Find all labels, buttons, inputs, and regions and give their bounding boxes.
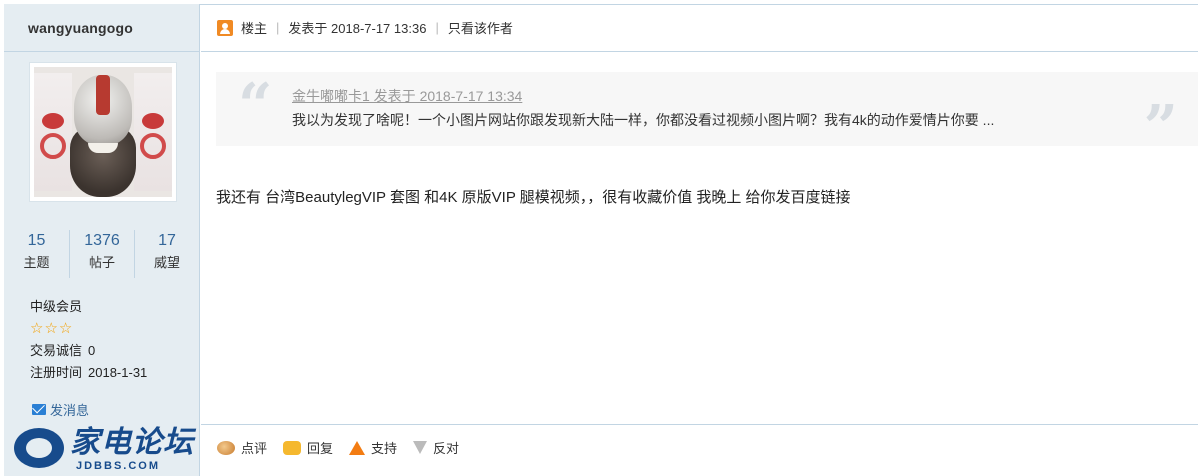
stat-threads-label: 主题	[23, 255, 50, 270]
send-message-link[interactable]: 发消息	[32, 400, 89, 419]
close-quote-icon: ”	[1143, 93, 1178, 163]
reply-icon	[283, 440, 302, 455]
quote-source-link[interactable]: 金牛嘟嘟卡1 发表于 2018-7-17 13:34	[292, 86, 522, 106]
post-actions: 点评 回复 支持 反对	[201, 424, 1198, 470]
stat-posts-value[interactable]: 1376	[70, 230, 134, 252]
avatar[interactable]	[29, 62, 177, 202]
stat-prestige[interactable]: 17 威望	[134, 230, 199, 278]
register-date: 注册时间 2018-1-31	[30, 362, 147, 384]
quote-block: “ 金牛嘟嘟卡1 发表于 2018-7-17 13:34 我以为发现了啥呢！一个…	[216, 71, 1198, 158]
comment-icon	[217, 440, 235, 455]
thumb-up-icon	[349, 440, 366, 455]
floor-label: 楼主	[241, 21, 268, 36]
site-logo-sub: JDBBS.COM	[76, 460, 161, 472]
site-logo-text: 家电论坛	[70, 426, 194, 459]
stat-posts-label: 帖子	[88, 255, 115, 270]
register-date-value: 2018-1-31	[88, 365, 148, 380]
register-date-label: 注册时间	[30, 365, 83, 380]
stat-threads-value[interactable]: 15	[4, 230, 69, 252]
trade-credit: 交易诚信 0	[30, 340, 147, 362]
trade-credit-value: 0	[88, 343, 96, 358]
avatar-image	[34, 67, 172, 197]
stat-posts[interactable]: 1376 帖子	[69, 230, 134, 278]
site-logo[interactable]: 家电论坛 JDBBS.COM	[14, 426, 194, 474]
username-bar: wangyuangogo	[4, 4, 199, 52]
open-quote-icon: “	[238, 71, 273, 141]
thumb-down-icon	[413, 441, 428, 454]
author-info: 中级会员 ☆☆☆ 交易诚信 0 注册时间 2018-1-31	[30, 296, 147, 384]
stat-prestige-value[interactable]: 17	[135, 230, 199, 252]
original-poster-icon	[217, 19, 233, 36]
stat-threads[interactable]: 15 主题	[4, 230, 69, 278]
avatar-poster-right	[134, 73, 172, 191]
divider: |	[276, 20, 280, 35]
stat-prestige-label: 威望	[153, 255, 180, 270]
divider: |	[435, 20, 439, 35]
author-stats: 15 主题 1376 帖子 17 威望	[4, 230, 200, 278]
quote-text: 我以为发现了啥呢！一个小图片网站你跟发现新大陆一样，你都没看过视频小图片啊？我有…	[292, 112, 995, 128]
reply-label: 回复	[307, 441, 334, 456]
post-time: 发表于 2018-7-17 13:36	[288, 21, 427, 36]
support-button[interactable]: 支持	[349, 438, 397, 457]
reply-button[interactable]: 回复	[283, 438, 333, 457]
post-header: 楼主 | 发表于 2018-7-17 13:36 | 只看该作者	[201, 4, 1198, 52]
trade-credit-label: 交易诚信	[30, 343, 83, 358]
member-rank[interactable]: 中级会员	[30, 296, 147, 318]
rank-stars-icon: ☆☆☆	[30, 320, 74, 337]
only-author-link[interactable]: 只看该作者	[448, 18, 513, 37]
avatar-poster-left	[34, 73, 72, 191]
post-content: 我还有 台湾BeautylegVIP 套图 和4K 原版VIP 腿模视频，，很有…	[216, 189, 851, 206]
comment-button[interactable]: 点评	[217, 438, 267, 457]
support-label: 支持	[371, 441, 398, 456]
author-username[interactable]: wangyuangogo	[28, 20, 133, 36]
oppose-button[interactable]: 反对	[413, 438, 459, 457]
avatar-warpaint	[96, 75, 110, 115]
mail-icon	[32, 404, 46, 415]
oppose-label: 反对	[433, 441, 460, 456]
author-sidebar: wangyuangogo 15 主题 1376 帖子 17 威望 中级会员 ☆☆…	[4, 4, 200, 476]
site-logo-mark-icon	[14, 428, 64, 468]
comment-label: 点评	[241, 441, 268, 456]
send-message-label: 发消息	[50, 403, 90, 418]
